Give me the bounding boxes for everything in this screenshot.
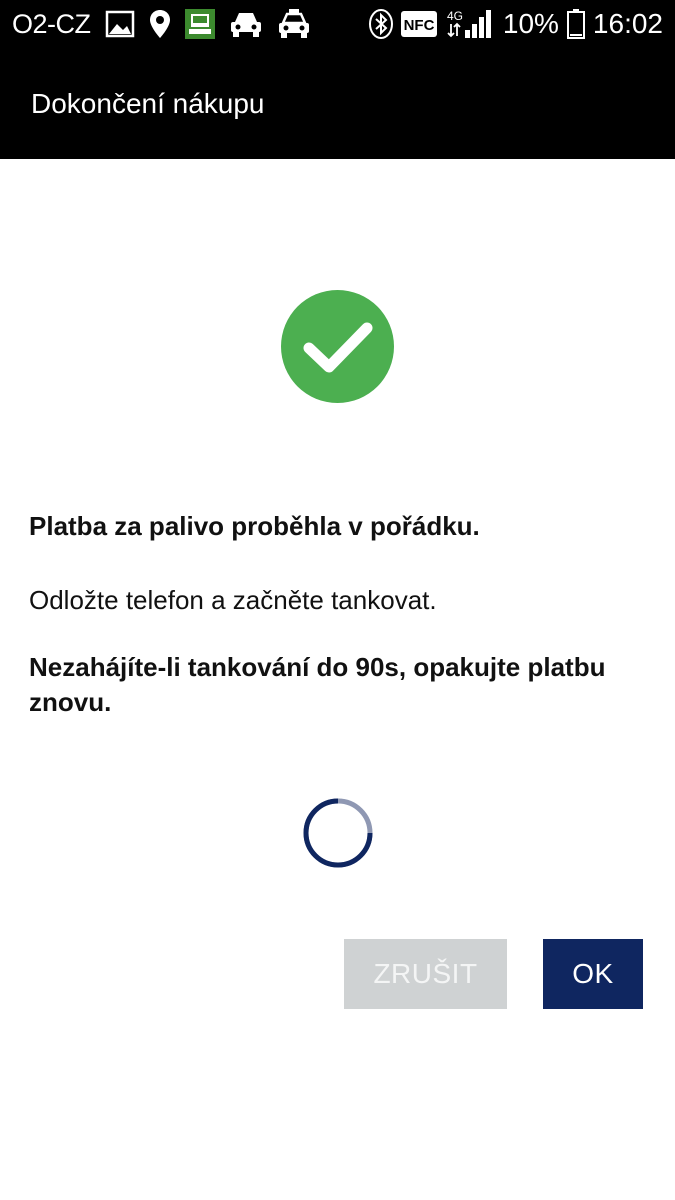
battery-icon: [566, 9, 585, 39]
carrier-name: O2-CZ: [12, 8, 91, 39]
bluetooth-icon: [368, 9, 393, 39]
page-title: Dokončení nákupu: [31, 87, 265, 119]
image-icon: [105, 10, 135, 38]
signal-icon: 4G: [445, 8, 495, 40]
ok-button[interactable]: OK: [543, 939, 643, 1009]
app-notification-icon: [184, 9, 215, 39]
network-type-label: 4G: [447, 9, 463, 23]
car-icon: [229, 10, 263, 38]
status-left: O2-CZ: [12, 9, 311, 40]
taxi-icon: [277, 9, 311, 39]
status-right: NFC 4G 10% 16:02: [368, 8, 663, 40]
instruction-message: Odložte telefon a začněte tankovat.: [29, 585, 437, 615]
payment-success-message: Platba za palivo proběhla v pořádku.: [29, 511, 480, 541]
loading-spinner: [302, 797, 374, 869]
check-circle-icon: [281, 290, 394, 403]
app-bar: Dokončení nákupu: [0, 48, 675, 159]
clock: 16:02: [592, 8, 663, 39]
timeout-warning-message: Nezahájíte-li tankování do 90s, opakujte…: [29, 652, 606, 717]
nfc-label: NFC: [403, 17, 434, 34]
location-pin-icon: [149, 9, 171, 39]
cancel-button[interactable]: ZRUŠIT: [344, 939, 507, 1009]
status-bar: O2-CZ NFC 4G 10% 16:02: [0, 0, 675, 48]
nfc-icon: NFC: [400, 11, 437, 37]
purchase-confirmation: Platba za palivo proběhla v pořádku. Odl…: [0, 159, 675, 1200]
battery-percent: 10%: [502, 8, 559, 39]
